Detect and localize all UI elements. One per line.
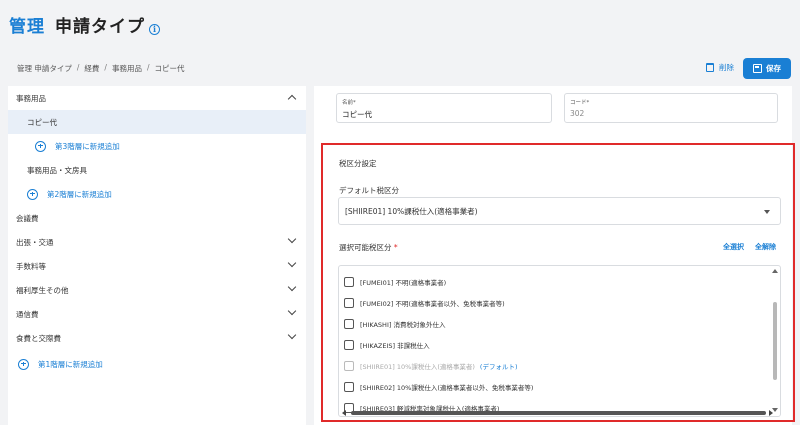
sidebar-item-communication[interactable]: 通信費 — [8, 302, 306, 326]
chevron-down-icon — [287, 282, 297, 292]
sidebar-item-travel[interactable]: 出張・交通 — [8, 230, 306, 254]
save-label: 保存 — [766, 64, 781, 73]
tax-category-section: 税区分設定 デフォルト税区分 [SHIIRE01] 10%課税仕入(適格事業者)… — [321, 143, 795, 422]
default-badge: (デフォルト) — [479, 363, 518, 371]
checkbox[interactable] — [344, 298, 354, 308]
add-level1-label: 第1階層に新規追加 — [38, 359, 103, 369]
sidebar-item-meeting[interactable]: 会議費 — [8, 206, 306, 230]
sidebar-item-label: 通信費 — [16, 309, 39, 319]
checkbox[interactable] — [344, 277, 354, 287]
breadcrumb-item[interactable]: 経費 — [84, 63, 99, 74]
code-field-label: コード* — [570, 100, 590, 106]
breadcrumb-item[interactable]: 事務用品 — [112, 63, 142, 74]
sidebar-item-welfare[interactable]: 福利厚生その他 — [8, 278, 306, 302]
tax-section-title: 税区分設定 — [339, 159, 377, 168]
tax-option[interactable]: [FUMEI01] 不明(適格事業者) — [344, 275, 446, 289]
checkbox[interactable] — [344, 382, 354, 392]
add-level3-label: 第3階層に新規追加 — [55, 141, 120, 151]
scroll-right-arrow-icon[interactable] — [769, 410, 773, 416]
sidebar-item-label: 事務用品・文房具 — [27, 165, 87, 175]
plus-circle-icon — [27, 188, 38, 200]
tax-option-label: [HIKAZEIS] 非課税仕入 — [360, 342, 430, 350]
tax-option-label: [SHIIRE02] 10%課税仕入(適格事業者以外、免税事業者等) — [360, 384, 534, 392]
checkbox[interactable] — [344, 340, 354, 350]
scroll-left-arrow-icon[interactable] — [342, 410, 346, 416]
sidebar-item-label: 福利厚生その他 — [16, 285, 69, 295]
add-level2-label: 第2階層に新規追加 — [47, 189, 112, 199]
chevron-down-icon — [287, 306, 297, 316]
trash-icon — [706, 63, 714, 72]
save-icon — [753, 64, 762, 73]
default-tax-select[interactable]: [SHIIRE01] 10%課税仕入(適格事業者) — [338, 197, 781, 225]
sidebar-item-label: 会議費 — [16, 213, 39, 223]
sidebar-item-office-supplies[interactable]: 事務用品 — [8, 86, 306, 110]
tax-option-label: [FUMEI01] 不明(適格事業者) — [360, 279, 447, 287]
tax-option[interactable]: [SHIIRE02] 10%課税仕入(適格事業者以外、免税事業者等) — [344, 380, 533, 394]
tax-option-label: [HIKASHI] 消費税対象外仕入 — [360, 321, 446, 329]
sidebar-item-label: 食費と交際費 — [16, 333, 61, 343]
sidebar-item-label: 出張・交通 — [16, 237, 54, 247]
tax-option-default: [SHIIRE01] 10%課税仕入(適格事業者) (デフォルト) — [344, 359, 517, 373]
sidebar-item-label: 事務用品 — [16, 93, 46, 103]
sidebar-item-copy-fee[interactable]: コピー代 — [8, 110, 306, 134]
breadcrumb-item[interactable]: 管理 申請タイプ — [17, 63, 72, 74]
delete-button[interactable]: 削除 — [706, 62, 734, 73]
breadcrumb-separator: / — [76, 63, 80, 72]
breadcrumb-separator: / — [104, 63, 107, 72]
selectable-tax-label: 選択可能税区分 * — [339, 243, 398, 252]
scroll-up-arrow-icon[interactable] — [772, 269, 778, 273]
deselect-all-button[interactable]: 全解除 — [755, 242, 776, 252]
add-level3-button[interactable]: 第3階層に新規追加 — [8, 134, 306, 158]
chevron-down-icon — [287, 330, 297, 340]
chevron-up-icon — [287, 94, 297, 104]
selectable-tax-list[interactable]: [FUMEI01] 不明(適格事業者) [FUMEI02] 不明(適格事業者以外… — [338, 265, 781, 417]
sidebar-item-food-entertainment[interactable]: 食費と交際費 — [8, 326, 306, 350]
add-level2-button[interactable]: 第2階層に新規追加 — [8, 182, 306, 206]
tax-option-label: [SHIIRE01] 10%課税仕入(適格事業者) — [360, 363, 475, 371]
name-field[interactable]: 名前* コピー代 — [336, 93, 552, 123]
checkbox-disabled — [344, 361, 354, 371]
category-sidebar: 事務用品 コピー代 第3階層に新規追加 事務用品・文房具 第2階層に新規追加 会… — [8, 86, 306, 425]
title-main: 申請タイプ — [55, 17, 145, 37]
title-admin: 管理 — [9, 17, 45, 37]
default-tax-value: [SHIIRE01] 10%課税仕入(適格事業者) — [345, 206, 478, 216]
delete-label: 削除 — [719, 63, 734, 72]
add-level1-button[interactable]: 第1階層に新規追加 — [8, 352, 306, 376]
tax-option-label: [FUMEI02] 不明(適格事業者以外、免税事業者等) — [360, 300, 505, 308]
tax-option[interactable]: [HIKAZEIS] 非課税仕入 — [344, 338, 430, 352]
info-icon[interactable]: i — [149, 24, 160, 35]
sidebar-item-label: 手数料等 — [16, 261, 46, 271]
plus-circle-icon — [35, 140, 46, 152]
name-field-label: 名前* — [342, 100, 356, 106]
sidebar-item-stationery[interactable]: 事務用品・文房具 — [8, 158, 306, 182]
sidebar-item-label: コピー代 — [27, 117, 57, 127]
name-field-value: コピー代 — [342, 110, 372, 119]
breadcrumb: 管理 申請タイプ / 経費 / 事務用品 / コピー代 — [17, 63, 184, 74]
breadcrumb-item-current: コピー代 — [154, 64, 185, 73]
breadcrumb-separator: / — [146, 63, 150, 72]
vertical-scrollbar-thumb[interactable] — [773, 302, 777, 380]
chevron-down-icon — [287, 234, 297, 244]
tax-option[interactable]: [HIKASHI] 消費税対象外仕入 — [344, 317, 445, 331]
plus-circle-icon — [18, 358, 29, 370]
checkbox[interactable] — [344, 319, 354, 329]
caret-down-icon — [764, 210, 770, 214]
code-field-value: 302 — [570, 109, 585, 118]
page-title: 管理 申請タイプ i — [9, 11, 160, 37]
select-all-button[interactable]: 全選択 — [723, 242, 744, 252]
save-button[interactable]: 保存 — [743, 58, 791, 79]
sidebar-item-fees[interactable]: 手数料等 — [8, 254, 306, 278]
default-tax-label: デフォルト税区分 — [339, 186, 399, 195]
code-field: コード* 302 — [564, 93, 778, 123]
horizontal-scrollbar-thumb[interactable] — [351, 411, 766, 415]
chevron-down-icon — [287, 258, 297, 268]
tax-option[interactable]: [FUMEI02] 不明(適格事業者以外、免税事業者等) — [344, 296, 505, 310]
